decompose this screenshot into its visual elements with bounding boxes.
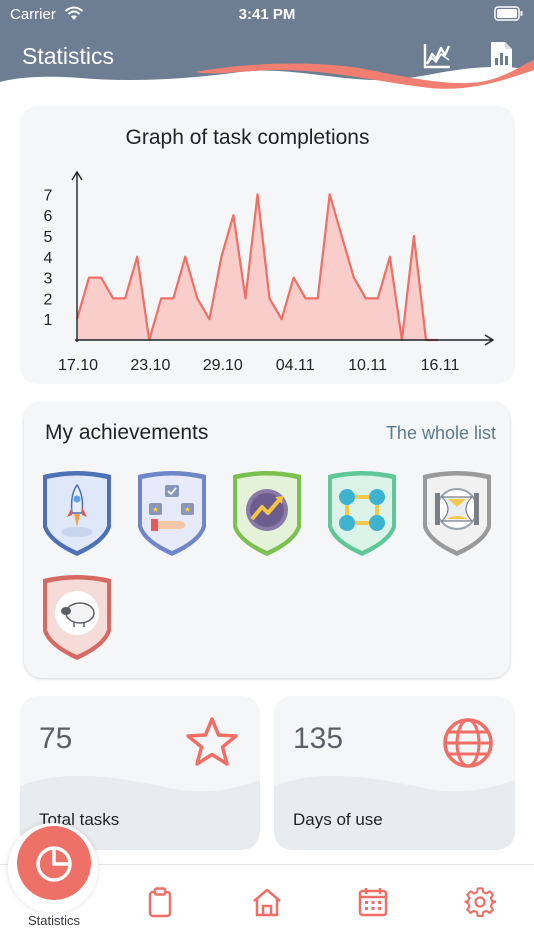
task-completion-chart: 1 2 3 4 5 6 7 17.10 23.10 29.10 04.11 10.11 16.11 xyxy=(44,170,495,374)
days-of-use-value: 135 xyxy=(293,722,344,755)
whole-list-link[interactable]: The whole list xyxy=(386,423,496,444)
svg-text:★: ★ xyxy=(184,505,191,514)
globe-icon xyxy=(440,715,496,771)
app-header: Carrier 3:41 PM Statistics xyxy=(0,0,534,92)
tab-calendar[interactable] xyxy=(357,886,389,918)
hourglass-badge[interactable] xyxy=(420,469,494,559)
tab-statistics[interactable] xyxy=(17,826,91,900)
y-tick-label: 5 xyxy=(44,229,53,246)
clock-text: 3:41 PM xyxy=(238,6,296,23)
tab-settings[interactable] xyxy=(464,886,497,918)
clipboard-icon xyxy=(148,887,172,918)
status-bar: Carrier 3:41 PM xyxy=(0,0,534,30)
tab-statistics-label: Statistics xyxy=(27,913,80,928)
home-icon xyxy=(253,888,281,917)
sheep-badge[interactable] xyxy=(40,573,114,663)
graph-title: Graph of task completions xyxy=(125,126,370,149)
tab-home[interactable] xyxy=(251,886,283,918)
days-of-use-label: Days of use xyxy=(293,810,383,829)
growth-badge[interactable] xyxy=(230,469,304,559)
series-area xyxy=(77,194,438,340)
line-chart-icon[interactable] xyxy=(422,40,452,70)
x-tick-label: 23.10 xyxy=(130,357,170,374)
y-tick-label: 6 xyxy=(44,208,53,225)
y-tick-label: 1 xyxy=(44,312,53,329)
x-tick-label: 04.11 xyxy=(276,357,315,374)
svg-text:★: ★ xyxy=(152,505,159,514)
rocket-badge[interactable] xyxy=(40,469,114,559)
x-tick-label: 10.11 xyxy=(348,357,387,374)
achievements-title: My achievements xyxy=(45,421,209,444)
exchange-badge[interactable] xyxy=(325,469,399,559)
choice-badge[interactable]: ★ ★ xyxy=(135,469,209,559)
total-tasks-value: 75 xyxy=(39,722,73,755)
y-tick-label: 4 xyxy=(44,250,53,267)
battery-icon xyxy=(494,6,524,25)
x-tick-label: 16.11 xyxy=(421,357,460,374)
gear-icon xyxy=(464,887,497,917)
calendar-icon xyxy=(358,888,388,917)
x-tick-label: 29.10 xyxy=(203,357,243,374)
page-title: Statistics xyxy=(22,43,115,69)
report-icon[interactable] xyxy=(486,40,516,70)
tab-clipboard[interactable] xyxy=(144,886,176,918)
y-tick-label: 2 xyxy=(44,291,53,308)
y-tick-label: 7 xyxy=(44,187,53,204)
pie-chart-icon xyxy=(36,846,72,882)
x-tick-label: 17.10 xyxy=(58,357,98,374)
star-icon xyxy=(184,715,240,771)
y-tick-label: 3 xyxy=(44,271,53,288)
